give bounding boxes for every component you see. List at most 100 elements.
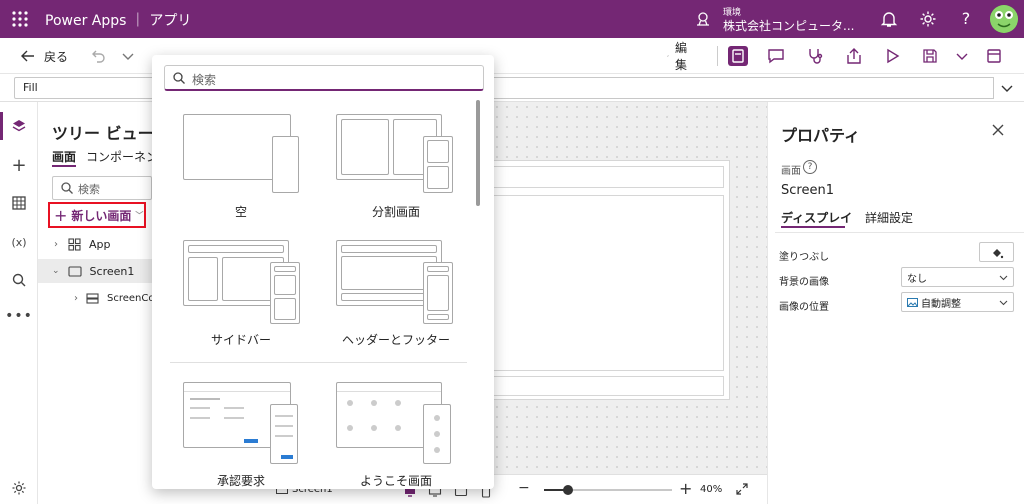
approval-button-swatch (244, 439, 258, 443)
screen-icon (67, 265, 82, 277)
zoom-slider-thumb[interactable] (563, 485, 573, 495)
rail-active-indicator (0, 112, 3, 140)
tab-components[interactable]: コンポーネン (86, 148, 158, 165)
template-label: ヘッダーとフッター (341, 333, 450, 347)
zoom-in-icon[interactable]: + (679, 479, 692, 498)
template-split-screen[interactable]: 分割画面 (331, 110, 471, 220)
background-image-dropdown[interactable]: なし (901, 267, 1014, 287)
help-icon[interactable]: ? (956, 9, 976, 29)
template-split-phone-thumb (423, 136, 453, 193)
template-welcome-phone-thumb (423, 404, 451, 464)
undo-icon[interactable] (88, 46, 108, 66)
sidebar-phone-header (274, 266, 296, 272)
template-label: 承認要求 (216, 474, 265, 488)
template-blank-phone-thumb (272, 136, 299, 193)
edit-button-label: 編集 (674, 41, 687, 72)
stethoscope-icon[interactable] (805, 46, 825, 66)
tab-advanced[interactable]: 詳細設定 (865, 209, 913, 226)
welcome-tile-dot (347, 425, 353, 431)
tree-item-screencontainer[interactable]: › ScreenCo (38, 286, 152, 310)
approval-phone-line (275, 425, 293, 427)
paint-bucket-icon (992, 249, 1003, 259)
property-selector[interactable]: Fill (14, 77, 164, 99)
template-header-footer[interactable]: ヘッダーとフッター (331, 236, 471, 347)
screen-main-section[interactable] (488, 195, 724, 371)
tab-display[interactable]: ディスプレイ (781, 209, 852, 226)
environment-name[interactable]: 株式会社コンピュータ... (723, 17, 854, 34)
back-button-label: 戻る (44, 49, 69, 64)
save-icon[interactable] (920, 46, 940, 66)
variables-icon[interactable]: (x) (9, 232, 29, 252)
help-icon[interactable]: ? (803, 160, 817, 174)
template-label: 分割画面 (371, 205, 420, 219)
insert-plus-icon[interactable]: + (9, 155, 29, 176)
app-checker-icon[interactable] (728, 46, 748, 66)
chevron-down-icon (999, 300, 1008, 306)
chevron-down-icon[interactable] (118, 46, 138, 66)
app-launcher-icon[interactable] (10, 9, 30, 29)
tab-screens[interactable]: 画面 (52, 148, 76, 165)
share-icon[interactable] (844, 46, 864, 66)
formula-input[interactable] (494, 77, 994, 99)
comment-icon[interactable] (766, 46, 786, 66)
welcome-tile-dot (371, 400, 377, 406)
flyout-scrollbar[interactable] (476, 100, 480, 206)
data-table-icon[interactable] (9, 193, 29, 213)
formula-expand-chevron-icon[interactable] (998, 79, 1016, 97)
command-divider (717, 46, 718, 66)
play-icon[interactable] (882, 46, 902, 66)
image-position-value: 自動調整 (921, 298, 961, 310)
avatar[interactable] (990, 5, 1018, 33)
fit-to-window-icon[interactable] (735, 482, 749, 496)
template-approval-phone-thumb (270, 404, 298, 464)
hf-phone-header (427, 266, 449, 272)
hf-phone-footer (427, 314, 449, 320)
sidebar-pane (188, 257, 218, 301)
edit-button[interactable]: 編集 (667, 41, 687, 72)
layers-icon[interactable] (9, 116, 29, 136)
template-sidebar[interactable]: サイドバー (170, 236, 310, 347)
sidebar-header (188, 245, 284, 253)
publish-icon[interactable] (984, 46, 1004, 66)
properties-object-type: 画面 (781, 166, 801, 177)
template-blank[interactable]: 空 (170, 110, 310, 220)
template-hf-phone-thumb (423, 262, 453, 324)
tree-item-label: Screen1 (89, 264, 135, 278)
arrow-left-icon (21, 50, 34, 62)
sidebar-phone-top (274, 275, 296, 295)
template-welcome-screen[interactable]: ようこそ画面 (331, 378, 471, 488)
tree-item-app[interactable]: › App (38, 232, 152, 256)
image-position-label: 画像の位置 (779, 302, 829, 313)
welcome-tile-dot (371, 425, 377, 431)
back-button[interactable]: 戻る (20, 46, 68, 66)
notification-bell-icon[interactable] (879, 9, 899, 29)
screen-header-section[interactable] (488, 166, 724, 188)
container-icon (86, 292, 99, 304)
settings-gear-icon[interactable] (9, 478, 29, 498)
welcome-phone-dot (434, 447, 440, 453)
tree-item-screen1[interactable]: ⌄ Screen1 (38, 259, 152, 283)
settings-gear-icon[interactable] (918, 9, 938, 29)
approval-line (190, 398, 220, 400)
screen-footer-section[interactable] (488, 376, 724, 396)
search-icon (172, 71, 186, 85)
welcome-phone-dot (434, 415, 440, 421)
new-screen-label: 新しい画面 (71, 208, 132, 223)
properties-divider (775, 232, 1024, 233)
image-position-dropdown[interactable]: 自動調整 (901, 292, 1014, 312)
hf-header (341, 245, 437, 253)
fill-color-picker[interactable] (979, 242, 1014, 262)
more-icon[interactable]: ••• (5, 306, 32, 326)
tree-view-title: ツリー ビュー (52, 124, 154, 143)
background-image-value: なし (907, 273, 927, 285)
chevron-right-icon: › (54, 238, 58, 250)
template-label: 空 (234, 205, 247, 219)
zoom-out-icon[interactable]: − (518, 480, 530, 496)
hf-phone-body (427, 275, 449, 311)
template-approval-request[interactable]: 承認要求 (170, 378, 310, 488)
search-icon[interactable] (9, 270, 29, 290)
close-icon[interactable] (990, 122, 1006, 138)
template-label: サイドバー (210, 333, 271, 347)
save-options-chevron-icon[interactable] (952, 46, 972, 66)
new-screen-button[interactable]: + 新しい画面 ﹀ (48, 202, 146, 228)
